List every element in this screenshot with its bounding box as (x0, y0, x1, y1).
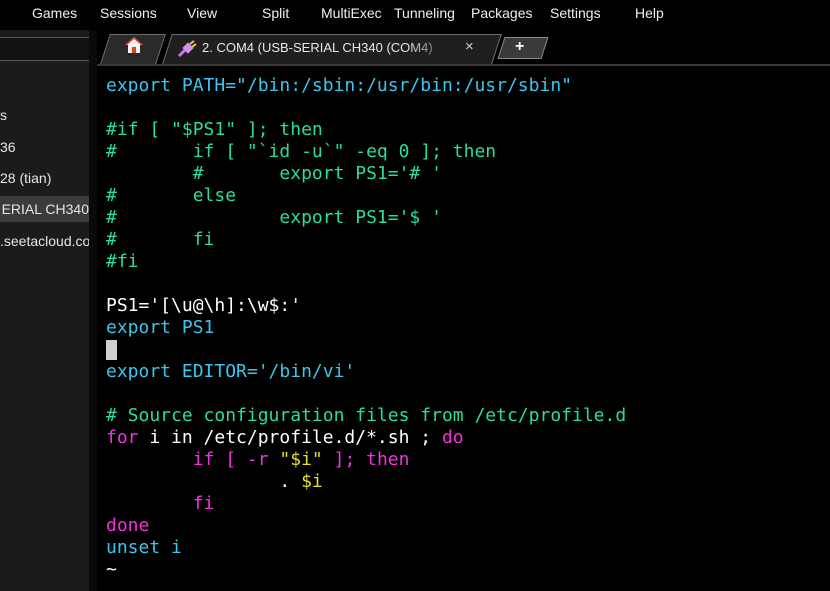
terminal-text: for (106, 427, 139, 448)
sidebar-item-label: .seetacloud.co (0, 233, 89, 249)
terminal-text: "$i" (279, 449, 323, 470)
text-cursor (106, 340, 117, 360)
menu-settings[interactable]: Settings (550, 5, 601, 21)
terminal-text: export PATH="/bin:/sbin:/usr/bin:/usr/sb… (106, 75, 572, 96)
menu-multiexec[interactable]: MultiExec (321, 5, 382, 21)
sidebar-item-label: s (0, 107, 7, 123)
terminal-text: export PS1 (106, 317, 215, 338)
terminal-text: do (441, 427, 464, 448)
terminal-line: done (106, 515, 626, 537)
terminal-text: ]; then (322, 449, 410, 470)
terminal-text: # Source configuration files from /etc/p… (106, 405, 627, 426)
terminal-text: $i (301, 471, 323, 492)
terminal-line: #fi (106, 251, 626, 273)
terminal-line: unset i (106, 537, 626, 559)
plus-icon[interactable]: + (515, 39, 524, 55)
menu-split[interactable]: Split (262, 5, 289, 21)
terminal-text: #fi (106, 251, 139, 272)
terminal-line: export PATH="/bin:/sbin:/usr/bin:/usr/sb… (106, 75, 626, 97)
tab-strip: 2. COM4 (USB-SERIAL CH340 (COM4) × + (97, 30, 830, 64)
sidebar-item-label: 36 (0, 139, 16, 155)
terminal-line (106, 339, 626, 361)
sidebar-item-selected[interactable]: ERIAL CH340 (0, 196, 89, 222)
sidebar-splitter[interactable] (89, 30, 97, 591)
tab-session-label: 2. COM4 (USB-SERIAL CH340 (COM4) (202, 40, 433, 55)
close-icon[interactable]: × (465, 38, 474, 55)
sidebar-item[interactable]: 28 (tian) (0, 165, 89, 191)
menu-help[interactable]: Help (635, 5, 664, 21)
menu-packages[interactable]: Packages (471, 5, 532, 21)
terminal-line: # fi (106, 229, 626, 251)
terminal-line: for i in /etc/profile.d/*.sh ; do (106, 427, 626, 449)
terminal-line: if [ -r "$i" ]; then (106, 449, 626, 471)
menu-bar: Games Sessions View Split MultiExec Tunn… (0, 0, 830, 30)
terminal-text: # else (106, 185, 237, 206)
terminal-line: export EDITOR='/bin/vi' (106, 361, 626, 383)
terminal-content: export PATH="/bin:/sbin:/usr/bin:/usr/sb… (106, 75, 626, 581)
terminal-line: PS1='[\u@\h]:\w$:' (106, 295, 626, 317)
terminal-text: i in /etc/profile.d/*.sh ; (138, 427, 442, 448)
menu-tunneling[interactable]: Tunneling (394, 5, 455, 21)
terminal-text: . (106, 471, 302, 492)
plug-icon (177, 40, 197, 63)
terminal-line: # export PS1='$ ' (106, 207, 626, 229)
terminal-line: . $i (106, 471, 626, 493)
terminal-line: export PS1 (106, 317, 626, 339)
terminal-text: #if [ "$PS1" ]; then (106, 119, 323, 140)
sidebar-item-label: ERIAL CH340 (1, 201, 89, 217)
home-icon[interactable] (124, 36, 144, 59)
terminal-text: export EDITOR='/bin/vi' (106, 361, 356, 382)
sidebar-item[interactable]: s (0, 102, 89, 128)
menu-games[interactable]: Games (32, 5, 77, 21)
sidebar-search-input[interactable] (0, 37, 89, 61)
sidebar-item-label: 28 (tian) (0, 170, 52, 186)
terminal-line: # export PS1='# ' (106, 163, 626, 185)
terminal-line: #if [ "$PS1" ]; then (106, 119, 626, 141)
terminal-text: fi (192, 493, 215, 514)
menu-sessions[interactable]: Sessions (100, 5, 157, 21)
terminal-line: ~ (106, 559, 626, 581)
terminal-text: # export PS1='$ ' (106, 207, 442, 228)
terminal-text: # export PS1='# ' (106, 163, 442, 184)
terminal-text: ~ (106, 559, 117, 580)
terminal-top-border (97, 64, 830, 66)
terminal-text: # if [ "`id -u`" -eq 0 ]; then (106, 141, 497, 162)
terminal-line: # Source configuration files from /etc/p… (106, 405, 626, 427)
terminal-text: done (106, 515, 150, 536)
terminal-line: fi (106, 493, 626, 515)
sidebar-item[interactable]: .seetacloud.co (0, 228, 89, 254)
terminal-text: PS1='[\u@\h]:\w$:' (106, 295, 302, 316)
terminal-text: unset i (106, 537, 182, 558)
terminal-line: # else (106, 185, 626, 207)
menu-view[interactable]: View (187, 5, 217, 21)
sidebar-item[interactable]: 36 (0, 134, 89, 160)
terminal-text: # fi (106, 229, 215, 250)
terminal-view[interactable]: export PATH="/bin:/sbin:/usr/bin:/usr/sb… (97, 64, 830, 591)
terminal-line: # if [ "`id -u`" -eq 0 ]; then (106, 141, 626, 163)
terminal-text: if [ -r (192, 449, 280, 470)
sessions-sidebar: s 36 28 (tian) ERIAL CH340 .seetacloud.c… (0, 30, 89, 591)
